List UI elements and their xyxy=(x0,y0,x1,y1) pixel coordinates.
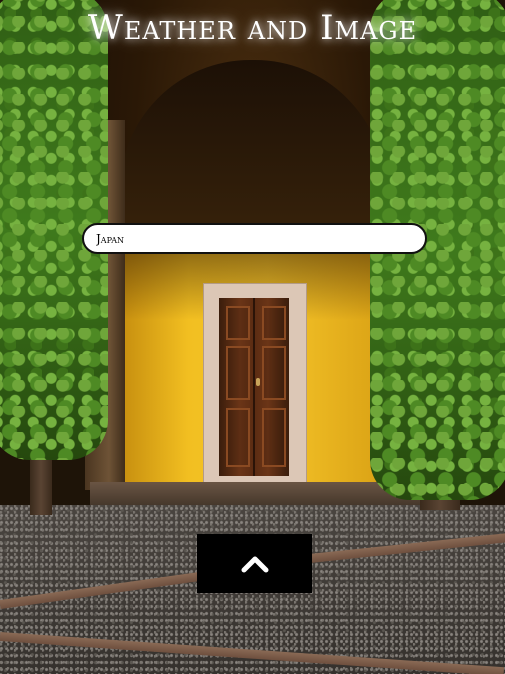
door-split xyxy=(253,298,255,476)
door-panel xyxy=(262,306,286,340)
door-panel xyxy=(262,408,286,467)
location-search-input[interactable] xyxy=(82,223,427,254)
scroll-up-button[interactable] xyxy=(197,534,312,593)
door-panel xyxy=(226,408,250,467)
door-panel xyxy=(226,306,250,340)
door-panel xyxy=(262,346,286,400)
search-bar xyxy=(82,223,427,254)
door-panel xyxy=(226,346,250,400)
page-title: Weather and Image xyxy=(87,8,418,48)
background-photo: Weather and Image xyxy=(0,0,505,674)
chevron-up-icon xyxy=(241,556,268,572)
door-knob xyxy=(256,378,260,386)
